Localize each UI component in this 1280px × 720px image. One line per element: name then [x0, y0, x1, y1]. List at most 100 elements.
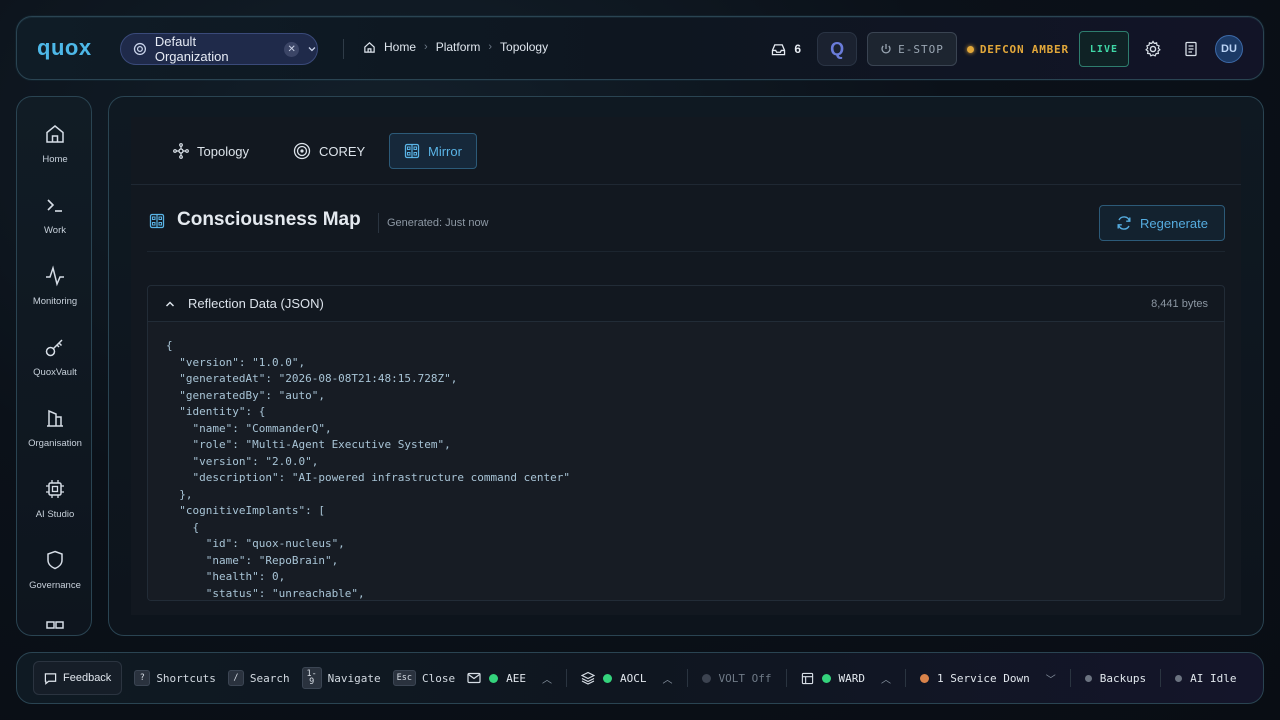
code-line: "name": "CommanderQ", — [166, 421, 332, 435]
inbox-icon — [772, 43, 786, 55]
chevron-up-icon: ︿ — [881, 674, 891, 686]
status-label: VOLT Off — [718, 671, 772, 685]
main-panel: Topology COREY Mirror Consciousness Map … — [108, 96, 1264, 636]
inbox-count: 6 — [794, 42, 802, 56]
shortcut-label: Shortcuts — [156, 671, 216, 685]
volt-status[interactable]: VOLT Off — [701, 671, 772, 685]
shortcut-label: Close — [422, 671, 456, 685]
tab-mirror[interactable]: Mirror — [389, 133, 477, 169]
sidebar-item-label: Home — [42, 154, 68, 165]
live-badge[interactable]: LIVE — [1078, 31, 1129, 67]
feedback-button[interactable]: Feedback — [33, 661, 123, 695]
sidebar: Home Work Monitoring QuoxVault Organisat… — [16, 96, 92, 636]
message-icon — [44, 672, 57, 685]
aee-status[interactable]: AEE ︿ — [467, 671, 552, 686]
code-line: "version": "2.0.0", — [166, 454, 319, 468]
status-dot — [920, 673, 929, 683]
inbox-button[interactable]: 6 — [771, 42, 801, 56]
status-dot — [1175, 674, 1183, 682]
json-code-block[interactable]: { "version": "1.0.0", "generatedAt": "20… — [148, 322, 1224, 600]
divider — [686, 669, 688, 687]
topology-icon — [173, 143, 189, 159]
sidebar-item-organisation[interactable]: Organisation — [17, 407, 91, 471]
service-status[interactable]: 1 Service Down ﹀ — [920, 671, 1056, 686]
shortcut-close[interactable]: Esc Close — [392, 670, 456, 686]
code-line: "generatedBy": "auto", — [166, 388, 325, 402]
backups-status[interactable]: Backups — [1084, 671, 1147, 685]
org-selector[interactable]: Default Organization ✕ — [120, 33, 318, 65]
mirror-icon — [149, 213, 165, 229]
sidebar-item-label: Monitoring — [32, 296, 78, 307]
breadcrumb: Home › Platform › Topology — [363, 40, 548, 54]
status-label: Backups — [1099, 671, 1147, 685]
sidebar-item-monitoring[interactable]: Monitoring — [17, 265, 91, 329]
gear-icon — [1145, 40, 1161, 57]
code-line: { — [166, 520, 200, 534]
sidebar-item-ai-studio[interactable]: AI Studio — [17, 478, 91, 542]
sidebar-item-work[interactable]: Work — [17, 194, 91, 258]
aocl-status[interactable]: AOCL ︿ — [581, 671, 673, 686]
sidebar-item-label: Work — [44, 225, 66, 236]
regenerate-label: Regenerate — [1140, 215, 1208, 231]
divider — [785, 669, 787, 687]
tab-topology[interactable]: Topology — [159, 133, 263, 169]
chevron-up-icon: ︿ — [662, 674, 673, 686]
breadcrumb-platform[interactable]: Platform — [436, 40, 481, 54]
shortcut-shortcuts[interactable]: ? Shortcuts — [134, 670, 216, 686]
status-label: WARD — [838, 671, 866, 685]
defcon-status[interactable]: DEFCON AMBER — [966, 42, 1069, 56]
q-assistant-button[interactable]: Q — [817, 32, 858, 66]
tab-corey[interactable]: COREY — [279, 133, 379, 169]
shortcut-label: Navigate — [327, 671, 381, 685]
divider — [1069, 669, 1071, 687]
user-avatar[interactable]: DU — [1215, 35, 1243, 63]
layout-icon — [801, 672, 813, 684]
code-line: "cognitiveImplants": [ — [166, 504, 325, 517]
tab-label: Mirror — [428, 143, 462, 159]
json-size: 8,441 bytes — [1151, 297, 1208, 310]
shortcut-navigate[interactable]: 1-9 Navigate — [301, 667, 381, 689]
ward-status[interactable]: WARD ︿ — [801, 671, 891, 686]
chevron-up-icon — [165, 300, 175, 307]
org-icon — [133, 42, 147, 56]
content-area: Topology COREY Mirror Consciousness Map … — [131, 117, 1241, 615]
target-icon — [293, 142, 311, 160]
kbd-key: 1-9 — [301, 667, 322, 689]
status-dot — [603, 673, 613, 683]
quox-logo[interactable]: quox — [37, 35, 92, 61]
bottom-status-bar: Feedback ? Shortcuts / Search 1-9 Naviga… — [16, 652, 1264, 704]
json-panel-header[interactable]: Reflection Data (JSON) 8,441 bytes — [148, 286, 1224, 322]
regenerate-button[interactable]: Regenerate — [1099, 205, 1225, 241]
code-line: "generatedAt": "2026-08-08T21:48:15.728Z… — [166, 372, 458, 385]
page-title: Consciousness Map — [177, 209, 361, 230]
chevron-right-icon: › — [424, 41, 428, 53]
sidebar-item-quoxvault[interactable]: QuoxVault — [17, 336, 91, 400]
ai-status[interactable]: AI Idle — [1175, 672, 1236, 685]
code-line: "health": 0, — [166, 570, 286, 583]
code-line: }, — [166, 487, 193, 501]
code-line: "name": "RepoBrain", — [166, 553, 339, 567]
estop-label: E-STOP — [898, 42, 944, 56]
code-line: "status": "unreachable", — [166, 586, 365, 600]
shortcut-search[interactable]: / Search — [227, 670, 290, 686]
breadcrumb-home[interactable]: Home — [384, 40, 416, 54]
sidebar-item-more[interactable] — [17, 619, 91, 635]
sidebar-item-home[interactable]: Home — [17, 123, 91, 187]
status-dot — [489, 673, 499, 683]
org-clear-button[interactable]: ✕ — [284, 41, 300, 57]
sidebar-item-label: Organisation — [28, 438, 82, 449]
estop-button[interactable]: E-STOP — [867, 32, 957, 66]
divider — [566, 669, 568, 687]
power-icon — [881, 44, 891, 54]
terminal-icon — [47, 199, 62, 212]
mirror-icon — [404, 143, 420, 159]
settings-button[interactable] — [1139, 35, 1167, 63]
defcon-label: DEFCON AMBER — [979, 42, 1069, 56]
docs-button[interactable] — [1177, 35, 1205, 63]
sidebar-item-governance[interactable]: Governance — [17, 549, 91, 613]
chevron-down-icon[interactable] — [307, 44, 317, 54]
chevron-down-icon: ﹀ — [1045, 674, 1056, 686]
divider — [147, 251, 1225, 252]
tab-label: Topology — [197, 143, 250, 159]
book-icon — [1185, 41, 1197, 57]
